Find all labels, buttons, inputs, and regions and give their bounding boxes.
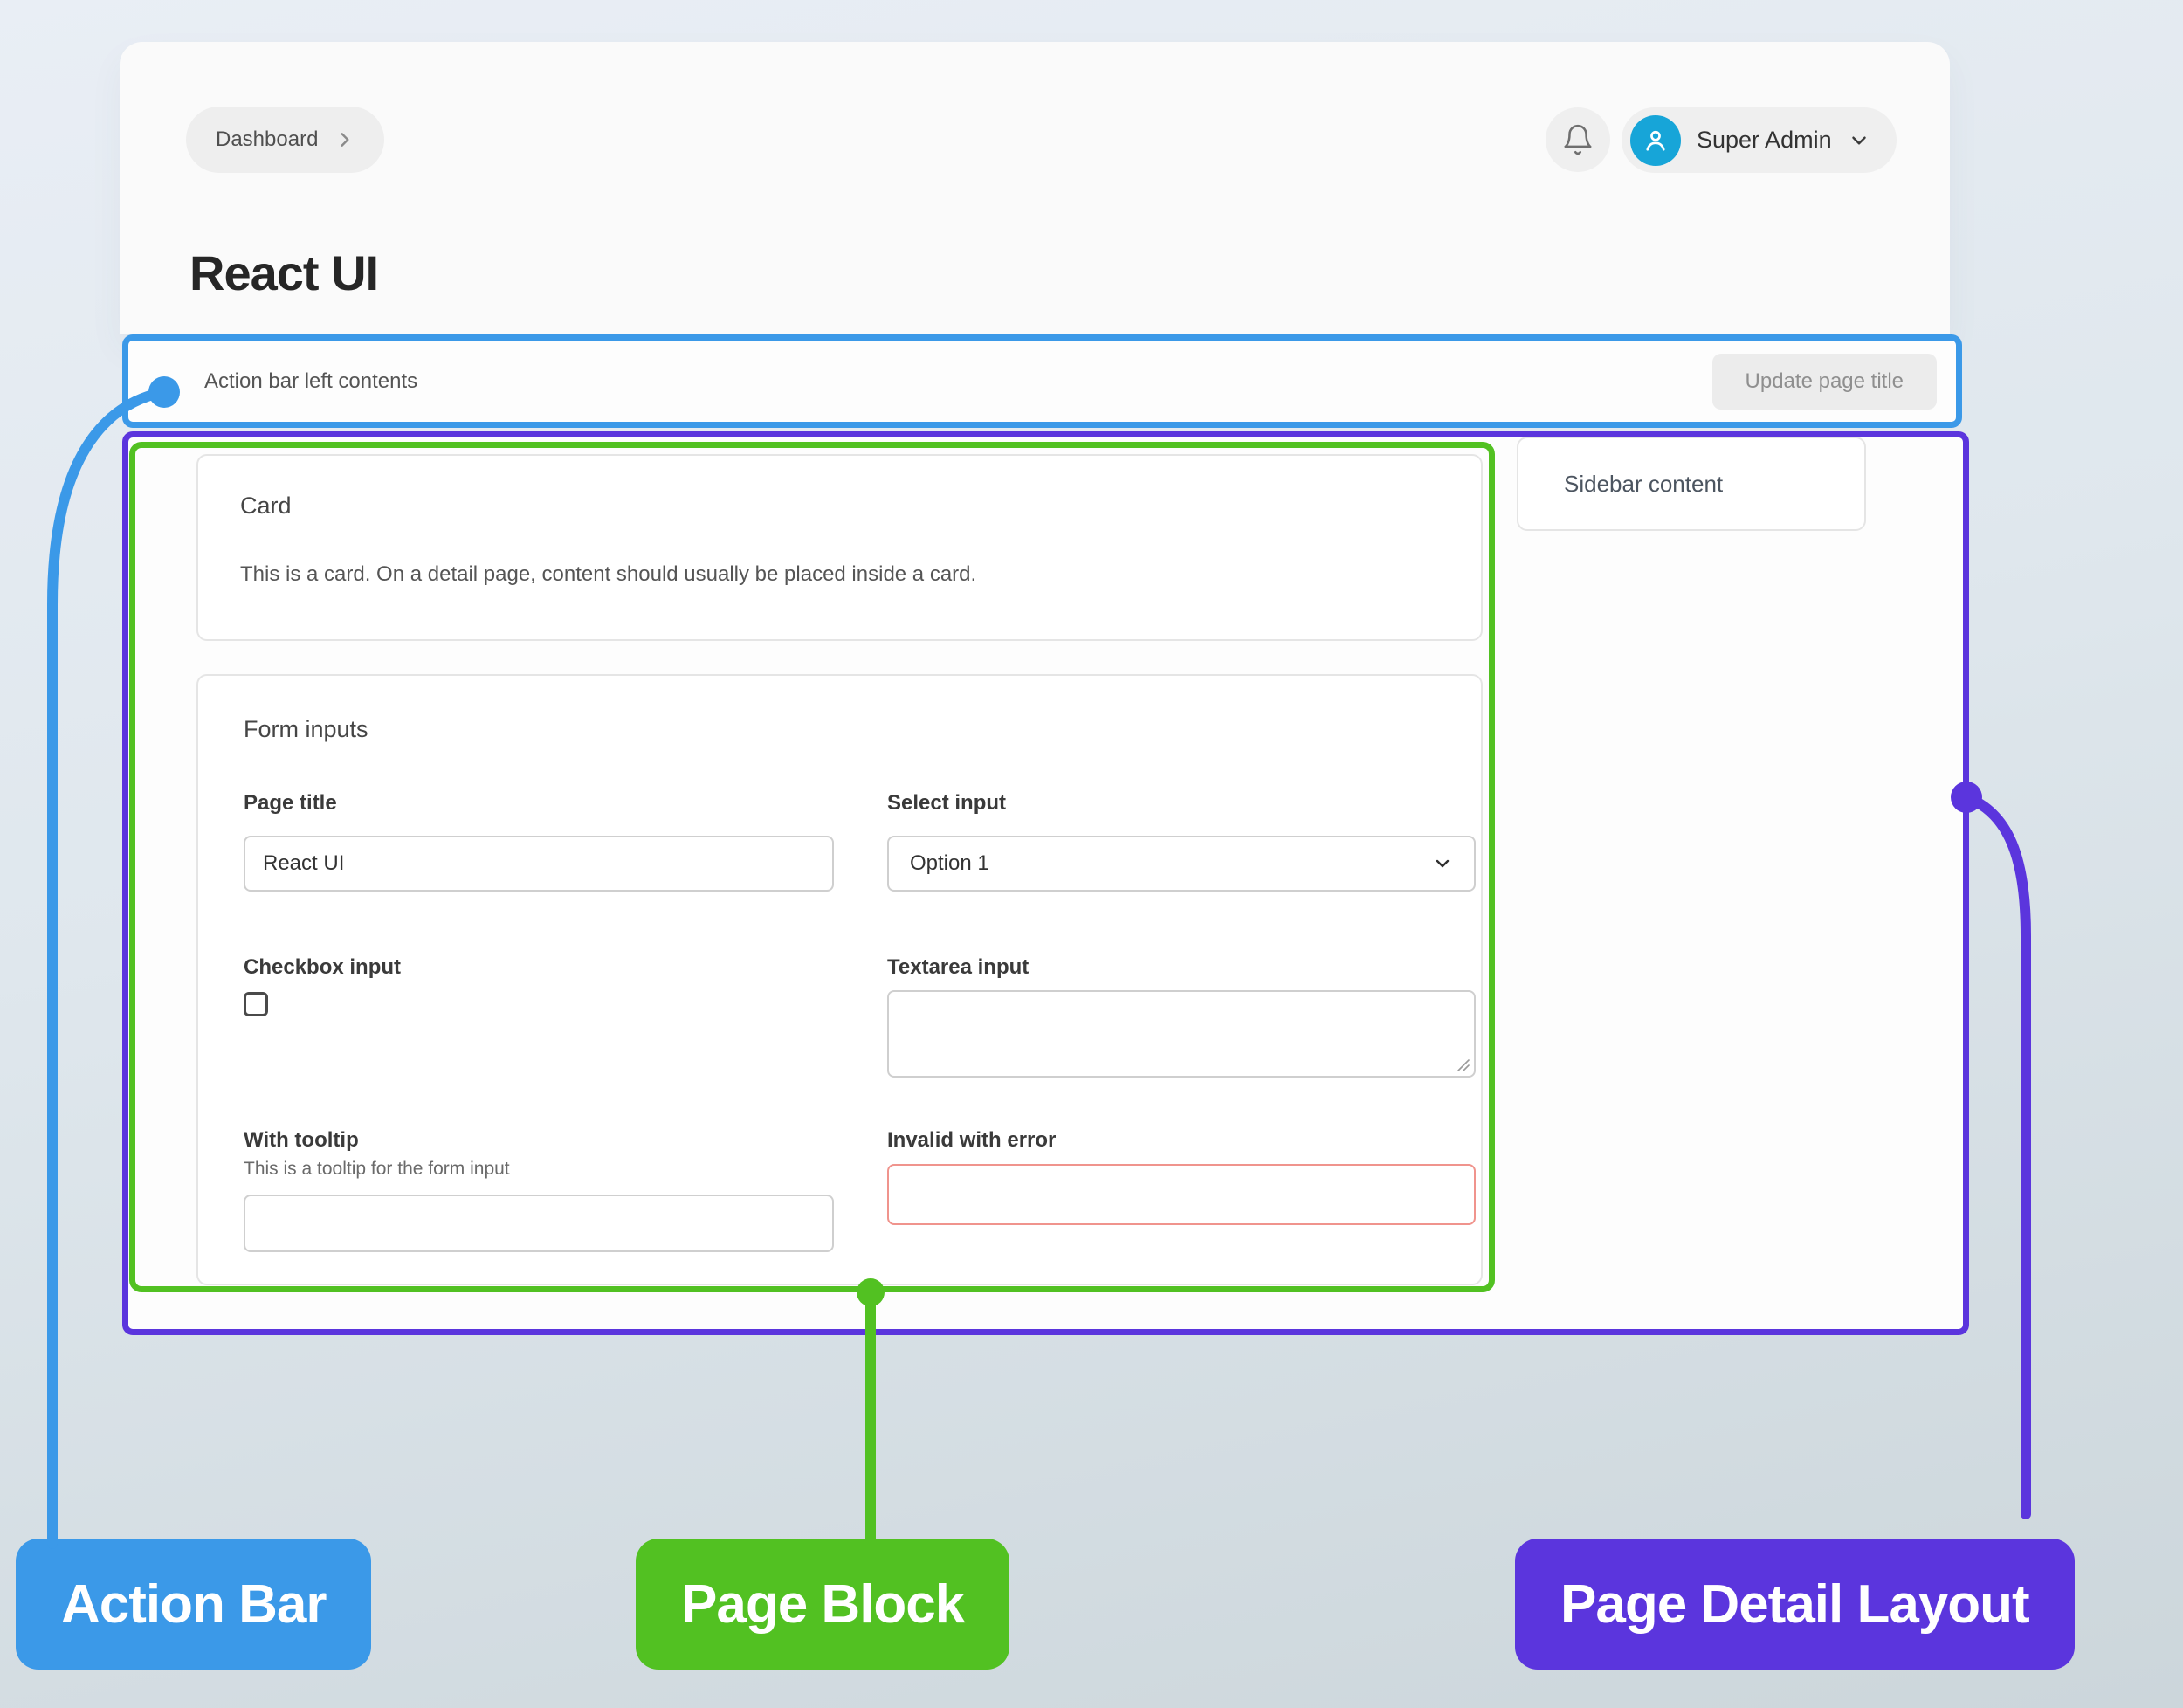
breadcrumb-label: Dashboard — [216, 127, 318, 152]
sidebar-card: Sidebar content — [1517, 437, 1866, 531]
update-page-title-button[interactable]: Update page title — [1712, 354, 1937, 410]
user-name: Super Admin — [1697, 127, 1832, 154]
page-title: React UI — [189, 244, 378, 301]
person-icon — [1641, 126, 1670, 155]
user-menu[interactable]: Super Admin — [1622, 107, 1897, 173]
action-bar-left-text: Action bar left contents — [204, 369, 417, 394]
annotation-page-detail-layout: Page Detail Layout — [1515, 1539, 2075, 1670]
chevron-right-icon — [335, 130, 355, 149]
action-bar-region: Action bar left contents Update page tit… — [122, 334, 1962, 428]
chevron-down-icon — [1848, 129, 1870, 152]
page-block-region — [129, 442, 1495, 1292]
avatar — [1630, 115, 1681, 166]
breadcrumb[interactable]: Dashboard — [186, 107, 384, 173]
bell-icon — [1561, 123, 1594, 156]
annotation-action-bar: Action Bar — [16, 1539, 371, 1670]
notifications-button[interactable] — [1546, 107, 1610, 172]
annotation-page-block: Page Block — [636, 1539, 1009, 1670]
annotated-screenshot: Dashboard — [0, 0, 2183, 1708]
sidebar-content-text: Sidebar content — [1564, 471, 1723, 498]
header-card: Dashboard — [120, 42, 1950, 334]
